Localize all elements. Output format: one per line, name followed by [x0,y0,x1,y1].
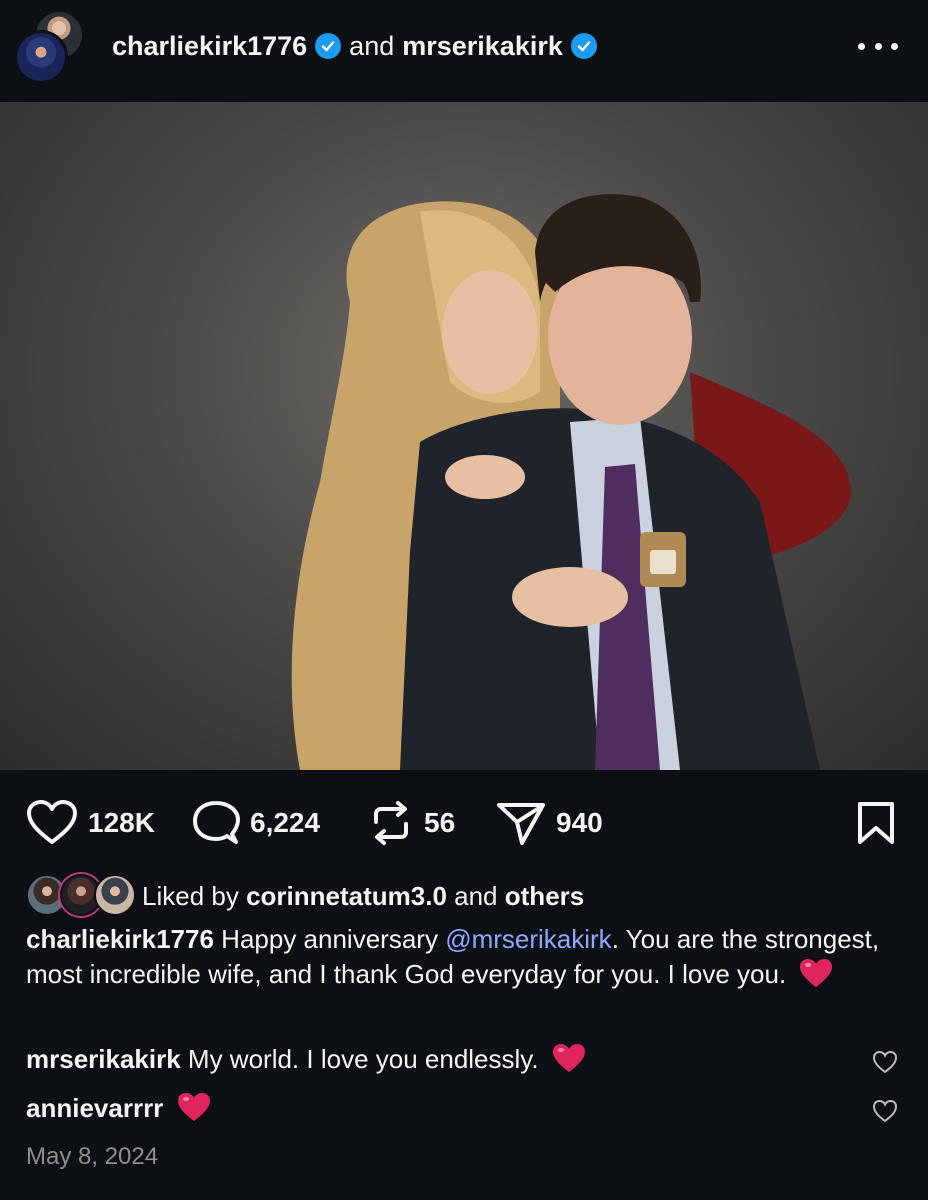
more-options-icon[interactable] [858,28,898,64]
red-heart-emoji-icon [799,958,833,997]
caption-text-start: Happy anniversary [221,924,438,954]
couple-portrait-image [291,194,852,770]
comment-row: mrserikakirk My world. I love you endles… [26,1042,846,1082]
liked-by-prefix: Liked by [142,880,239,911]
comment-bubble-icon[interactable] [192,800,240,846]
liker-avatars[interactable] [26,874,136,918]
header-connector: and [349,30,395,61]
comment-like-heart-icon[interactable] [872,1050,898,1074]
caption-username[interactable]: charliekirk1776 [26,924,214,954]
share-action[interactable]: 940 [496,800,603,846]
repost-action[interactable]: 56 [368,800,455,846]
author-username[interactable]: charliekirk1776 [112,31,307,62]
comment-count[interactable]: 6,224 [250,807,320,839]
verified-badge-icon [315,33,342,59]
repost-arrows-icon[interactable] [368,800,414,846]
post-photo[interactable] [0,102,928,770]
collab-avatars[interactable] [14,10,86,84]
coauthor-username[interactable]: mrserikakirk [402,31,563,62]
post-date: May 8, 2024 [26,1143,159,1170]
liked-by-others[interactable]: others [505,881,584,912]
share-count[interactable]: 940 [556,807,603,839]
comment-action[interactable]: 6,224 [192,800,320,846]
like-action[interactable]: 128K [26,800,155,846]
red-heart-emoji-icon [177,1092,211,1131]
repost-count[interactable]: 56 [424,807,455,839]
post-caption: charliekirk1776 Happy anniversary @mrser… [26,922,906,997]
comment-like-heart-icon[interactable] [872,1099,898,1123]
comment-text: My world. I love you endlessly. [187,1044,539,1074]
like-count[interactable]: 128K [88,807,155,839]
collab-title: charliekirk1776 and mrserikakirk [112,26,597,66]
save-action[interactable] [854,800,898,846]
liked-by-user[interactable]: corinnetatum3.0 [246,881,447,912]
caption-mention[interactable]: @mrserikakirk [445,924,612,954]
comment-username[interactable]: mrserikakirk [26,1044,181,1074]
red-heart-emoji-icon [552,1043,586,1082]
action-bar: 128K 6,224 56 940 [0,790,928,856]
verified-badge-icon [570,33,597,59]
send-plane-icon[interactable] [496,800,546,846]
liked-by-connector: and [454,880,498,911]
liker-avatar[interactable] [94,874,136,916]
heart-outline-icon[interactable] [26,800,78,846]
liked-by-row[interactable]: Liked by corinnetatum3.0 and others [26,872,584,920]
comment-row: annievarrrr [26,1091,846,1131]
comment-username[interactable]: annievarrrr [26,1093,163,1123]
bookmark-icon[interactable] [856,801,896,845]
instagram-post: charliekirk1776 and mrserikakirk 128K 6,… [0,0,928,1200]
post-header: charliekirk1776 and mrserikakirk [0,0,928,100]
avatar-author[interactable] [14,30,68,84]
